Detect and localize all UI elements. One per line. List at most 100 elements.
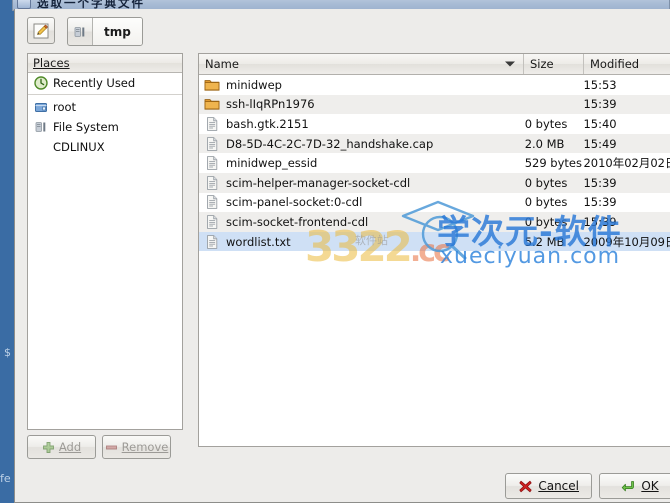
add-button[interactable]: Add <box>27 435 96 459</box>
file-modified-cell: 15:49 <box>583 136 617 151</box>
column-header-modified-label: Modified <box>590 57 640 71</box>
folder-icon <box>204 99 220 111</box>
sidebar-item-file-system[interactable]: File System <box>28 117 182 137</box>
table-row[interactable]: minidwep_essid 529 bytes 2010年02月02日 <box>199 153 670 173</box>
file-name-cell: scim-panel-socket:0-cdl <box>199 194 523 210</box>
file-icon <box>207 234 218 249</box>
places-actions: Add Remove <box>27 435 183 459</box>
table-row[interactable]: D8-5D-4C-2C-7D-32_handshake.cap 2.0 MB 15:… <box>199 133 670 154</box>
file-modified-cell: 15:39 <box>583 195 617 210</box>
file-icon <box>207 175 218 190</box>
file-name-cell: minidwep <box>199 77 523 93</box>
table-row[interactable]: bash.gtk.2151 0 bytes 15:40 <box>199 114 670 134</box>
sidebar-item-label: File System <box>53 120 119 134</box>
dialog-panes: Places Recently Used root File System CD… <box>27 53 670 459</box>
file-name-label: D8-5D-4C-2C-7D-32_handshake.cap <box>226 136 434 151</box>
file-icon <box>207 136 218 151</box>
file-size-cell: 5.2 MB <box>524 234 565 249</box>
remove-button[interactable]: Remove <box>102 435 171 459</box>
places-header: Places <box>28 54 182 73</box>
remove-button-label: Remove <box>121 440 169 454</box>
file-modified-cell: 15:39 <box>583 97 617 112</box>
file-modified-cell: 2010年02月02日 <box>583 156 670 171</box>
file-name-label: bash.gtk.2151 <box>226 116 309 131</box>
column-header-size[interactable]: Size <box>524 54 584 74</box>
file-chooser-dialog: tmp Places Recently Used root File Syste… <box>14 9 670 503</box>
file-name-cell: scim-socket-frontend-cdl <box>199 214 523 230</box>
file-name-label: wordlist.txt <box>226 234 291 249</box>
file-name-cell: minidwep_essid <box>199 155 523 171</box>
cancel-button-label: Cancel <box>538 479 579 493</box>
file-list-rows: minidwep 15:53 ssh-lIqRPn1976 15:39 bash.gtk… <box>199 75 670 252</box>
window-title: 选取一个字典文件 <box>37 0 145 10</box>
file-icon <box>207 215 218 229</box>
table-row[interactable]: wordlist.txt 5.2 MB 2009年10月09日 <box>199 231 670 252</box>
cancel-button[interactable]: Cancel <box>505 473 592 499</box>
file-modified-cell: 15:53 <box>583 77 617 92</box>
folder-icon <box>204 79 220 91</box>
file-size-cell: 0 bytes <box>524 195 568 210</box>
file-modified-cell: 2009年10月09日 <box>583 234 670 249</box>
green-check-icon <box>622 480 635 491</box>
file-name-cell: scim-helper-manager-socket-cdl <box>199 175 523 191</box>
ok-button-label: OK <box>641 479 659 493</box>
recent-clock-icon <box>33 76 48 91</box>
sidebar-item-root[interactable]: root <box>28 97 182 117</box>
file-name-label: scim-helper-manager-socket-cdl <box>226 175 411 190</box>
home-folder-icon <box>33 100 48 115</box>
file-list-panel: Name Size Modified minidwep 15:53 ssh-lIqR… <box>198 53 670 447</box>
file-list-header: Name Size Modified <box>199 54 670 75</box>
file-name-cell: wordlist.txt <box>199 234 523 250</box>
table-row[interactable]: scim-socket-frontend-cdl 0 bytes 15:39 <box>199 212 670 232</box>
places-header-label: Places <box>33 56 70 70</box>
sidebar-item-recently-used[interactable]: Recently Used <box>28 73 182 93</box>
file-name-label: scim-socket-frontend-cdl <box>226 214 369 229</box>
table-row[interactable]: minidwep 15:53 <box>199 75 670 95</box>
pencil-edit-icon <box>33 23 49 38</box>
places-panel: Places Recently Used root File System CD… <box>27 53 183 430</box>
sidebar-item-label: root <box>53 100 77 114</box>
path-button-group: tmp <box>67 17 143 46</box>
table-row[interactable]: scim-helper-manager-socket-cdl 0 bytes 15:… <box>199 172 670 193</box>
file-name-label: ssh-lIqRPn1976 <box>226 97 315 112</box>
file-name-label: minidwep_essid <box>226 156 318 171</box>
ok-button[interactable]: OK <box>599 473 670 499</box>
column-header-size-label: Size <box>530 57 554 71</box>
add-button-label: Add <box>58 440 82 454</box>
sidebar-item-label: Recently Used <box>53 76 136 90</box>
file-name-cell: bash.gtk.2151 <box>199 116 523 132</box>
file-size-cell: 0 bytes <box>524 175 568 190</box>
file-icon <box>207 117 218 131</box>
sidebar-item-cdlinux[interactable]: CDLINUX <box>28 137 182 157</box>
file-modified-cell: 15:39 <box>583 175 617 190</box>
path-button-filesystem[interactable] <box>68 18 93 45</box>
window-icon <box>17 0 31 9</box>
file-icon <box>207 156 218 171</box>
column-header-name[interactable]: Name <box>199 54 524 74</box>
file-size-cell: 0 bytes <box>524 116 568 131</box>
filesystem-icon <box>33 120 48 135</box>
file-size-cell: 529 bytes <box>524 156 582 171</box>
file-modified-cell: 15:40 <box>583 116 617 131</box>
dialog-action-buttons: Cancel OK <box>505 473 670 499</box>
minus-icon <box>105 445 117 449</box>
file-name-label: minidwep <box>226 77 282 92</box>
toolbar: tmp <box>15 9 670 53</box>
file-name-cell: ssh-lIqRPn1976 <box>199 96 523 112</box>
column-header-modified[interactable]: Modified <box>584 54 670 74</box>
background-text-fragment-top: $ <box>4 346 11 359</box>
file-size-cell: 0 bytes <box>524 214 568 229</box>
file-name-cell: D8-5D-4C-2C-7D-32_handshake.cap <box>199 136 523 152</box>
background-text-fragment-bottom: fe <box>0 472 11 485</box>
sidebar-item-label: CDLINUX <box>53 140 105 154</box>
table-row[interactable]: ssh-lIqRPn1976 15:39 <box>199 94 670 115</box>
sort-descending-icon <box>505 61 515 67</box>
filesystem-icon <box>74 26 85 37</box>
plus-icon <box>42 441 54 453</box>
file-modified-cell: 15:39 <box>583 214 617 229</box>
table-row[interactable]: scim-panel-socket:0-cdl 0 bytes 15:39 <box>199 193 670 213</box>
path-button-current[interactable]: tmp <box>93 18 142 45</box>
file-name-label: scim-panel-socket:0-cdl <box>226 195 363 210</box>
file-size-cell: 2.0 MB <box>524 136 565 151</box>
create-folder-button[interactable] <box>27 17 55 44</box>
